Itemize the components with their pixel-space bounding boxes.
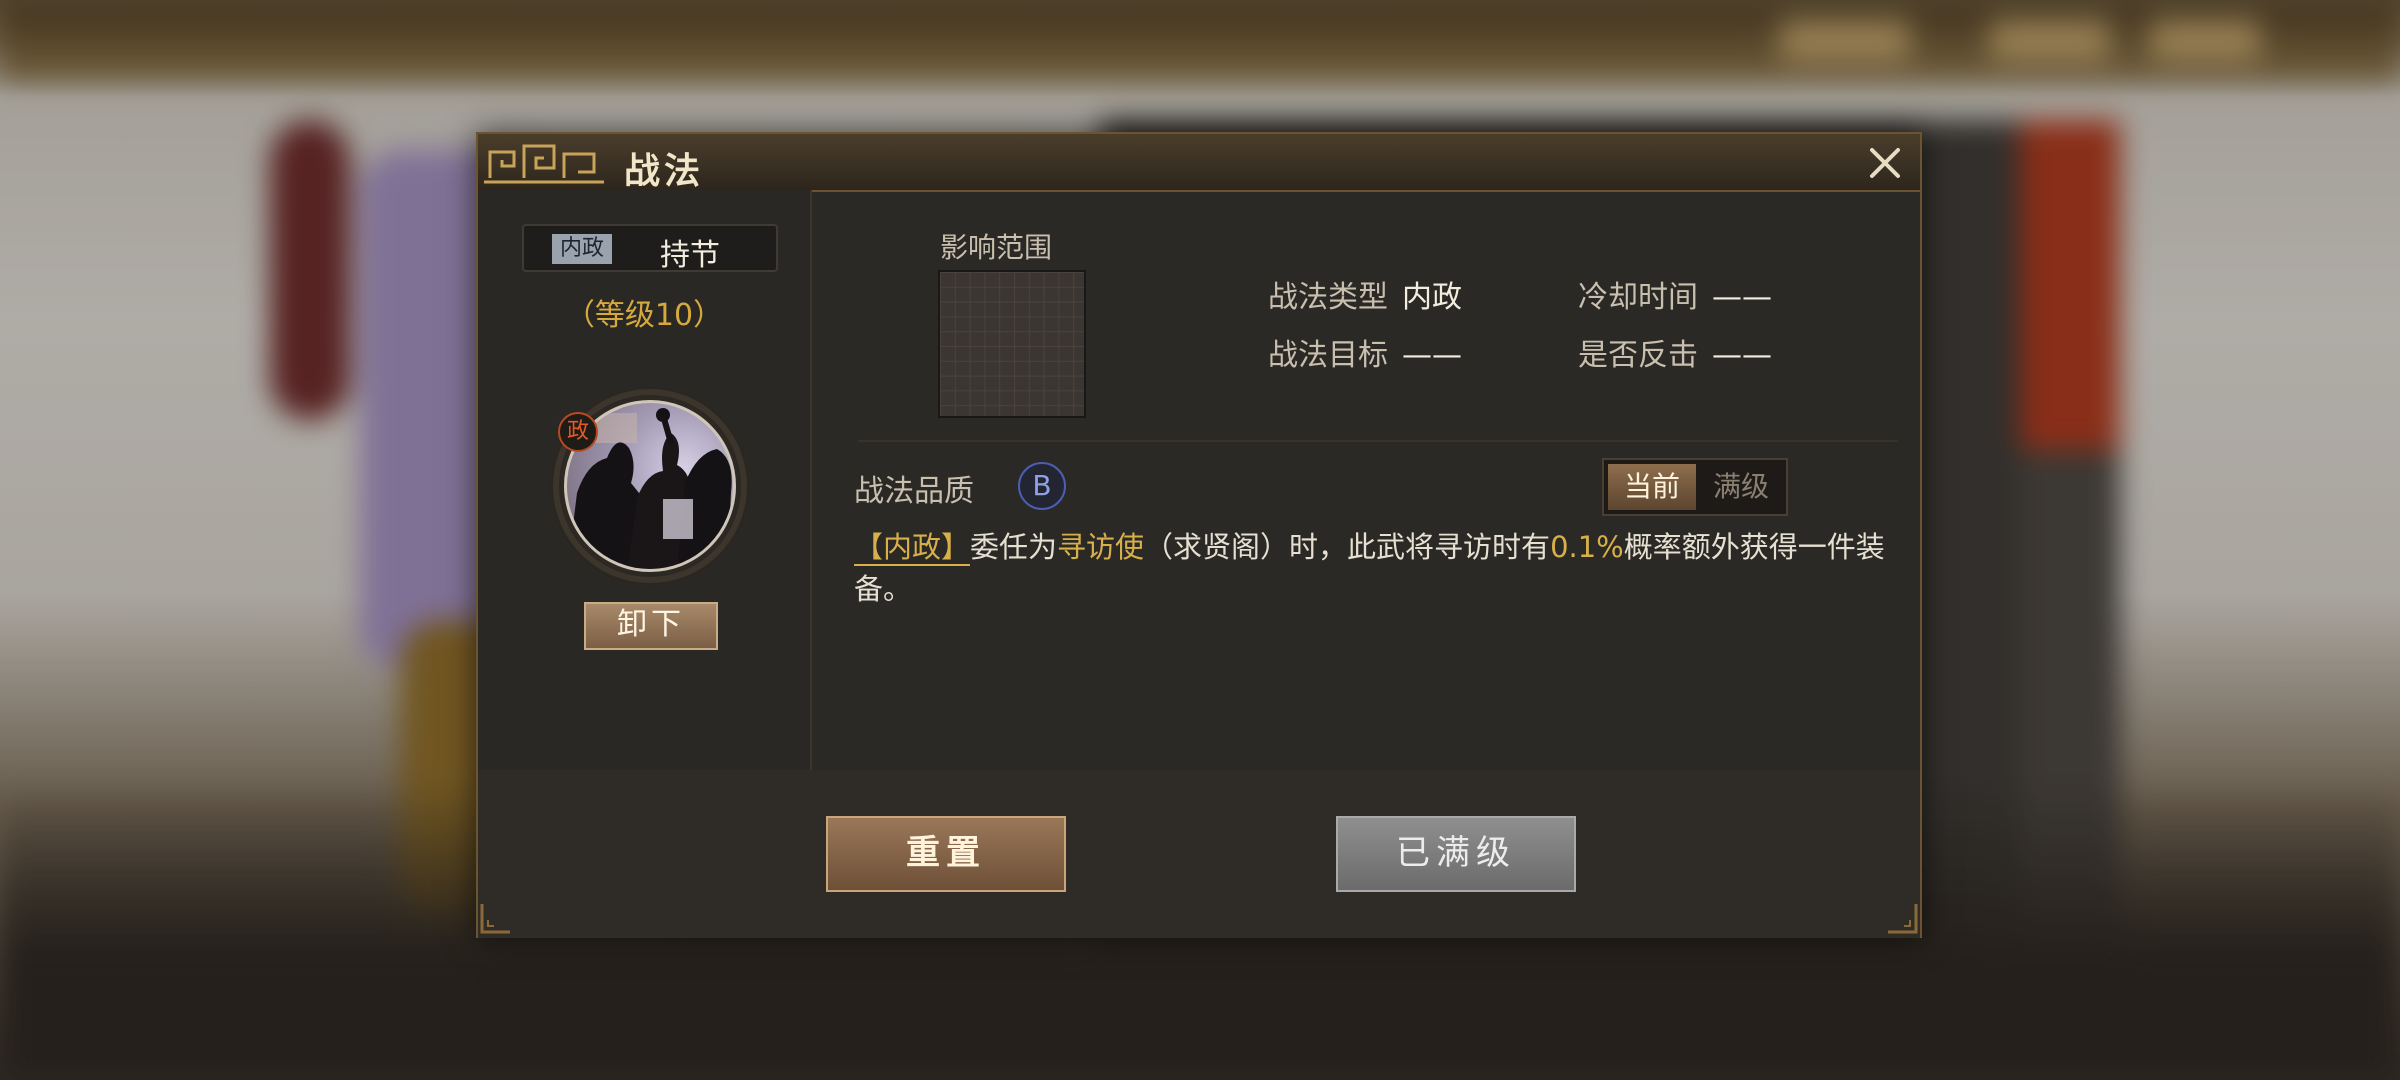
description-tag: 【内政】 [854, 530, 971, 566]
quality-label: 战法品质 [854, 474, 974, 509]
attr-key: 战法类型 [1268, 280, 1388, 315]
attr-key: 冷却时间 [1578, 280, 1698, 315]
attr-value: 内政 [1402, 280, 1462, 315]
attr-value: —— [1712, 280, 1772, 315]
title-ornament-icon [484, 144, 604, 184]
dialog-footer [478, 770, 1920, 938]
corner-ornament-icon [1888, 904, 1918, 934]
dialog-title-bar: 战法 [478, 134, 1920, 192]
unequip-button[interactable]: 卸下 [584, 602, 718, 650]
close-button[interactable] [1864, 142, 1906, 184]
attr-value: —— [1402, 338, 1462, 373]
skill-summary-panel: 内政 持节 （等级10） 政 卸下 [478, 190, 812, 770]
description-text: （求贤阁）时，此武将寻访时有 [1144, 530, 1551, 564]
range-label: 影响范围 [940, 231, 1053, 264]
skill-level: （等级10） [564, 298, 724, 333]
skill-type-tag: 内政 [552, 234, 612, 264]
corner-ornament-icon [480, 904, 510, 934]
close-icon [1870, 148, 1900, 178]
attr-value: —— [1712, 338, 1772, 373]
maxed-button[interactable]: 已满级 [1336, 816, 1576, 892]
reset-button[interactable]: 重置 [826, 816, 1066, 892]
skill-dialog: 战法 内政 持节 （等级10） 政 卸下 影响范围 战法类型 内政 冷却时间 —… [476, 132, 1922, 938]
description-highlight: 0.1% [1550, 530, 1624, 564]
skill-name: 持节 [660, 238, 720, 273]
attr-key: 是否反击 [1578, 338, 1698, 373]
attr-key: 战法目标 [1268, 338, 1388, 373]
quality-grade-badge: B [1018, 462, 1066, 510]
level-toggle: 当前 满级 [1602, 458, 1788, 516]
skill-name-box: 内政 持节 [522, 224, 778, 273]
range-grid [938, 270, 1086, 418]
attr-target: 战法目标 —— [1268, 330, 1462, 374]
attr-cooldown: 冷却时间 —— [1578, 272, 1772, 316]
description-highlight: 寻访使 [1057, 530, 1145, 564]
attr-skill-type: 战法类型 内政 [1268, 272, 1462, 316]
section-divider [858, 440, 1898, 442]
skill-description: 【内政】委任为寻访使（求贤阁）时，此武将寻访时有0.1%概率额外获得一件装备。 [854, 526, 1894, 610]
description-text: 委任为 [970, 530, 1058, 564]
attr-counter: 是否反击 —— [1578, 330, 1772, 374]
dialog-title: 战法 [624, 151, 705, 192]
toggle-current[interactable]: 当前 [1608, 464, 1696, 510]
toggle-max-level[interactable]: 满级 [1698, 464, 1784, 510]
politics-badge: 政 [558, 412, 598, 452]
